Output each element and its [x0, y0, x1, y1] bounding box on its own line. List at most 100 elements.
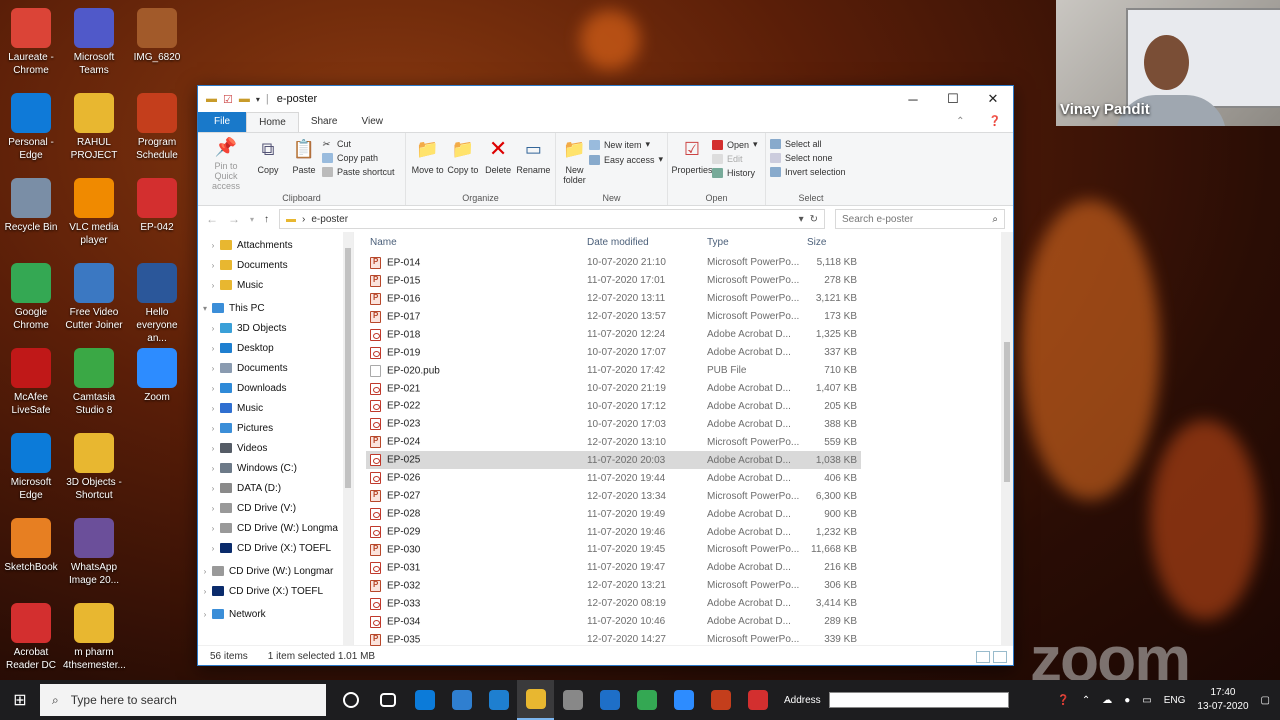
chevron-right-icon[interactable]: ›	[206, 261, 220, 270]
clock[interactable]: 17:40 13-07-2020	[1197, 686, 1248, 714]
chevron-right-icon[interactable]: ›	[206, 364, 220, 373]
desktop-icon[interactable]: SketchBook	[0, 518, 62, 574]
chrome-icon[interactable]	[628, 680, 665, 720]
chevron-right-icon[interactable]: ›	[206, 424, 220, 433]
desktop-icon[interactable]: Acrobat Reader DC	[0, 603, 62, 672]
nav-item[interactable]: › Music	[198, 398, 353, 418]
delete-button[interactable]: ✕ Delete	[481, 136, 516, 191]
forward-icon[interactable]: →	[228, 212, 240, 226]
winscp-icon[interactable]	[554, 680, 591, 720]
desktop-icon[interactable]: Personal - Edge	[0, 93, 62, 162]
details-view-icon[interactable]	[976, 650, 990, 663]
address-toolbar-input[interactable]	[828, 692, 1009, 708]
task-view-icon[interactable]	[369, 680, 406, 720]
chevron-right-icon[interactable]: ›	[206, 344, 220, 353]
nav-item[interactable]: › Documents	[198, 358, 353, 378]
notification-icon[interactable]: ▢	[1261, 695, 1270, 706]
col-date-header[interactable]: Date modified	[583, 237, 703, 248]
copy-path-button[interactable]: Copy path	[322, 153, 395, 163]
desktop-icon[interactable]: Camtasia Studio 8	[63, 348, 125, 417]
chevron-right-icon[interactable]: ›	[206, 384, 220, 393]
desktop-icon[interactable]: EP-042	[126, 178, 188, 234]
edge-icon[interactable]	[406, 680, 443, 720]
chevron-right-icon[interactable]: ›	[206, 241, 220, 250]
file-row[interactable]: EP-02712-07-2020 13:34Microsoft PowerPo.…	[366, 487, 861, 505]
select-none-button[interactable]: Select none	[770, 153, 846, 163]
open-button[interactable]: Open ▾	[712, 139, 758, 150]
nav-item[interactable]: › DATA (D:)	[198, 478, 353, 498]
file-row[interactable]: EP-01712-07-2020 13:57Microsoft PowerPo.…	[366, 308, 861, 326]
close-button[interactable]: ✕	[973, 86, 1013, 112]
chevron-right-icon[interactable]: ›	[206, 281, 220, 290]
col-size-header[interactable]: Size	[803, 237, 861, 248]
chevron-right-icon[interactable]: ›	[206, 544, 220, 553]
chevron-down-icon[interactable]: ▾	[198, 304, 212, 313]
desktop-icon[interactable]: McAfee LiveSafe	[0, 348, 62, 417]
nav-item[interactable]: ▾ This PC	[198, 298, 353, 318]
nav-item[interactable]: › Network	[198, 604, 353, 624]
desktop-icon[interactable]: Recycle Bin	[0, 178, 62, 234]
microphone-icon[interactable]: ●	[1124, 695, 1130, 706]
file-row[interactable]: EP-020.pub 11-07-2020 17:42 PUB File 710 KB	[366, 362, 861, 380]
file-row[interactable]: EP-01410-07-2020 21:10Microsoft PowerPo.…	[366, 254, 861, 272]
desktop-icon[interactable]: WhatsApp Image 20...	[63, 518, 125, 587]
help-icon[interactable]: ❓	[1057, 695, 1069, 706]
nav-item[interactable]: › CD Drive (V:)	[198, 498, 353, 518]
paste-shortcut-button[interactable]: Paste shortcut	[322, 167, 395, 177]
tab-file[interactable]: File	[198, 112, 247, 132]
participant-video[interactable]: Vinay Pandit	[1056, 0, 1280, 126]
nav-item[interactable]: › Desktop	[198, 338, 353, 358]
chevron-up-icon[interactable]: ⌃	[1082, 695, 1090, 706]
battery-icon[interactable]: ▭	[1142, 695, 1151, 706]
file-row[interactable]: EP-01511-07-2020 17:01Microsoft PowerPo.…	[366, 272, 861, 290]
back-icon[interactable]: ←	[206, 212, 218, 226]
properties-button[interactable]: ☑ Properties	[671, 136, 712, 191]
tab-home[interactable]: Home	[246, 112, 299, 132]
properties-icon[interactable]: ☑	[223, 93, 233, 106]
file-row[interactable]: EP-028 11-07-2020 19:49 Adobe Acrobat D...…	[366, 505, 861, 523]
file-row[interactable]: EP-029 11-07-2020 19:46 Adobe Acrobat D...…	[366, 523, 861, 541]
taskbar-search[interactable]: ⌕ Type here to search	[40, 684, 326, 716]
nav-item[interactable]: › Pictures	[198, 418, 353, 438]
up-icon[interactable]: ↑	[264, 214, 269, 225]
desktop-icon[interactable]: Laureate - Chrome	[0, 8, 62, 77]
file-row[interactable]: EP-022 10-07-2020 17:12 Adobe Acrobat D...…	[366, 398, 861, 416]
new-item-button[interactable]: New item ▾	[588, 139, 663, 150]
powerpoint-icon[interactable]	[702, 680, 739, 720]
file-row[interactable]: EP-025 11-07-2020 20:03 Adobe Acrobat D...…	[366, 451, 861, 470]
scroll-thumb[interactable]	[1004, 342, 1010, 482]
cloud-icon[interactable]: ☁	[1102, 695, 1112, 706]
select-all-button[interactable]: Select all	[770, 139, 846, 149]
large-icons-view-icon[interactable]	[993, 650, 1007, 663]
rename-button[interactable]: ▭ Rename	[516, 136, 551, 191]
file-row[interactable]: EP-03512-07-2020 14:27Microsoft PowerPo.…	[366, 631, 861, 649]
file-row[interactable]: EP-019 10-07-2020 17:07 Adobe Acrobat D...…	[366, 344, 861, 362]
chevron-right-icon[interactable]: ›	[198, 587, 212, 596]
desktop-icon[interactable]: Zoom	[126, 348, 188, 404]
copy-to-button[interactable]: 📁 Copy to	[445, 136, 480, 191]
photos-icon[interactable]	[591, 680, 628, 720]
nav-item[interactable]: › Attachments	[198, 235, 353, 255]
file-explorer-icon[interactable]	[517, 680, 554, 720]
zoom-icon[interactable]	[665, 680, 702, 720]
col-type-header[interactable]: Type	[703, 237, 803, 248]
desktop-icon[interactable]: VLC media player	[63, 178, 125, 247]
desktop-icon[interactable]: Program Schedule	[126, 93, 188, 162]
file-row[interactable]: EP-02412-07-2020 13:10Microsoft PowerPo.…	[366, 433, 861, 451]
file-row[interactable]: EP-018 11-07-2020 12:24 Adobe Acrobat D...…	[366, 326, 861, 344]
nav-item[interactable]: › CD Drive (X:) TOEFL	[198, 538, 353, 558]
cortana-icon[interactable]	[332, 680, 369, 720]
list-scrollbar[interactable]	[1001, 232, 1013, 645]
history-button[interactable]: History	[712, 168, 758, 178]
search-input[interactable]: Search e-poster ⌕	[835, 209, 1005, 229]
nav-item[interactable]: › CD Drive (W:) Longma	[198, 518, 353, 538]
chevron-right-icon[interactable]: ›	[206, 504, 220, 513]
desktop-icon[interactable]: Hello everyone an...	[126, 263, 188, 345]
chevron-down-icon[interactable]: ▾	[799, 214, 804, 225]
nav-item[interactable]: › Windows (C:)	[198, 458, 353, 478]
invert-selection-button[interactable]: Invert selection	[770, 167, 846, 177]
file-row[interactable]: EP-026 11-07-2020 19:44 Adobe Acrobat D...…	[366, 469, 861, 487]
tab-share[interactable]: Share	[299, 112, 350, 132]
address-bar[interactable]: ▬ › e-poster ▾ ↻	[279, 209, 825, 229]
chevron-right-icon[interactable]: ›	[206, 524, 220, 533]
